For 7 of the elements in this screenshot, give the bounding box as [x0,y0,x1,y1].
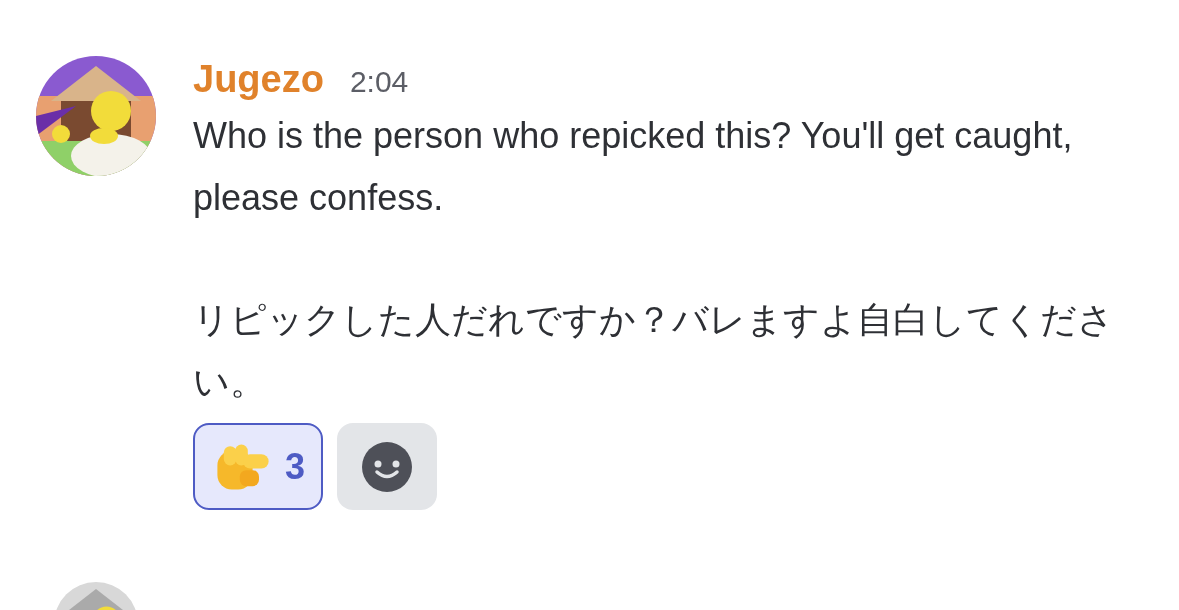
message-text: リピックした人だれですか？バレますよ自白してください。 [193,298,1115,404]
smiley-icon [362,441,413,492]
timestamp: 2:04 [349,65,409,99]
author-name[interactable]: Jugezo [193,58,324,101]
reaction-chip[interactable]: 3 [193,423,324,510]
message-text: Who is the person who repicked this? You'll get caught, please confess. [193,114,1074,220]
add-reaction-button[interactable] [337,423,438,510]
